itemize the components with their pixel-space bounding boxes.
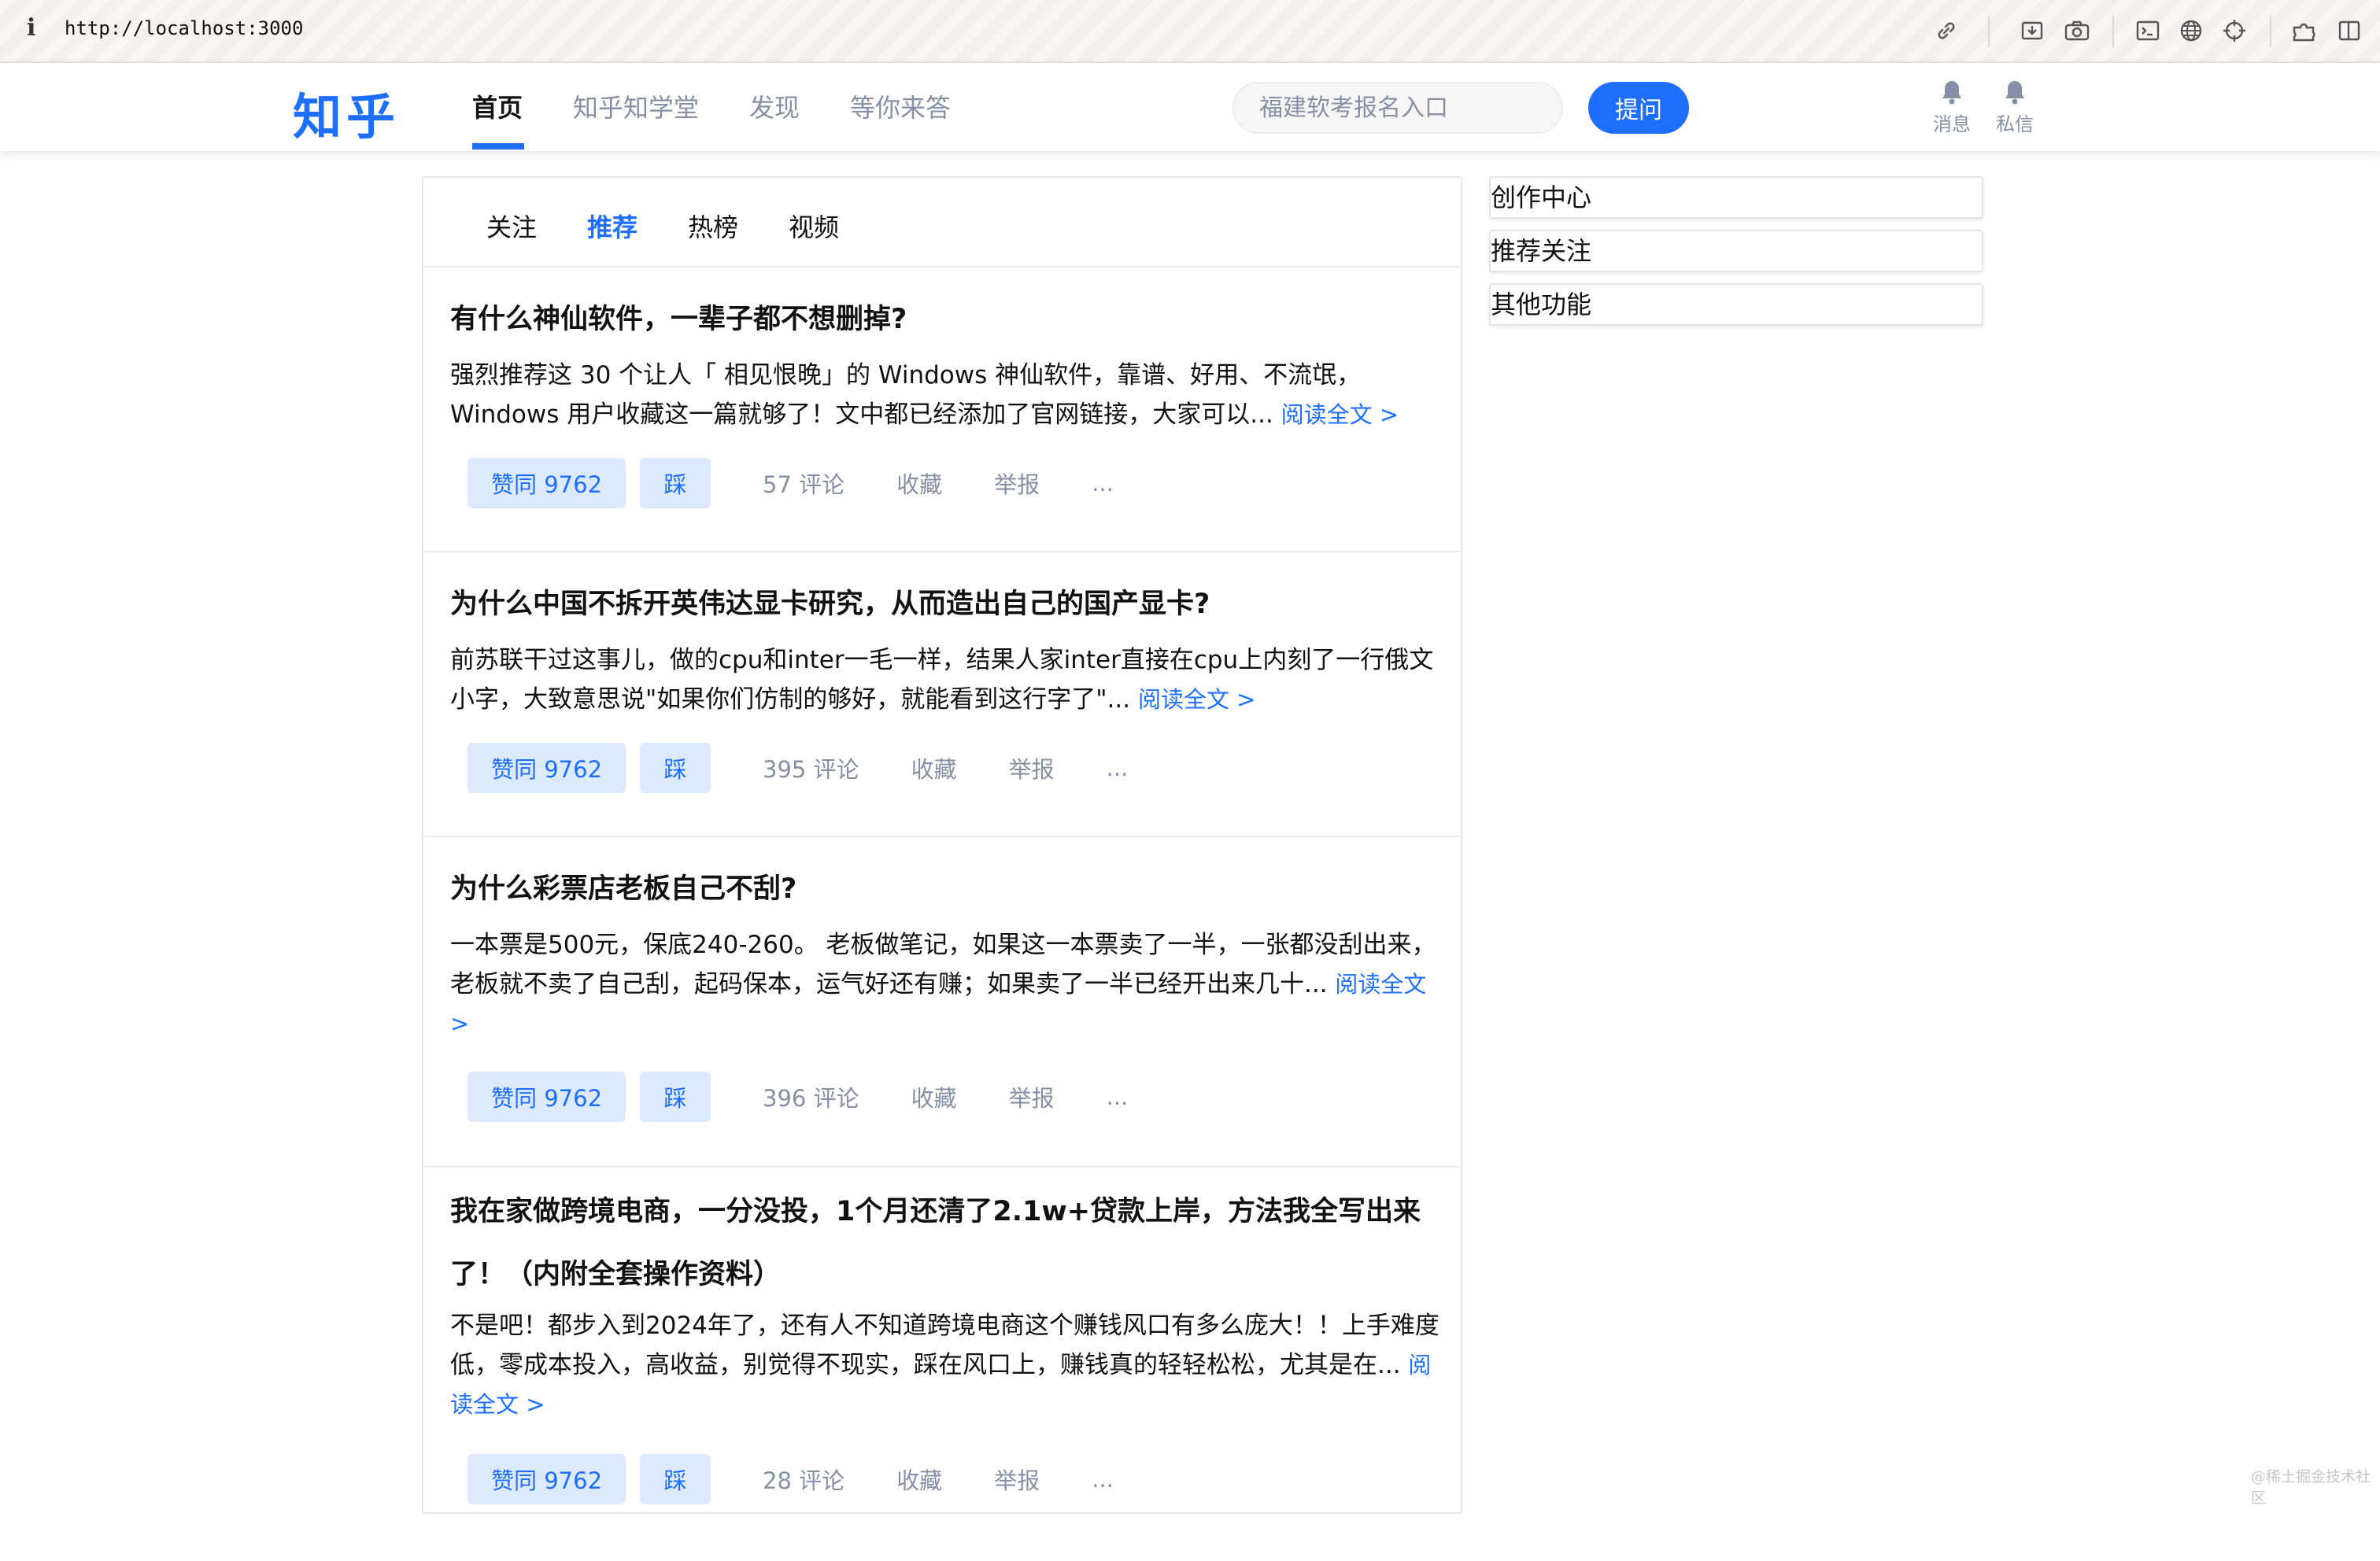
camera-icon[interactable]: [2062, 16, 2092, 46]
report-link[interactable]: 举报: [1009, 1080, 1055, 1113]
upvote-button[interactable]: 赞同 9762: [468, 458, 626, 508]
bell-icon: [2005, 81, 2024, 105]
comments-link[interactable]: 396 评论: [763, 1080, 859, 1113]
collect-link[interactable]: 收藏: [896, 467, 942, 500]
feed-card: 有什么神仙软件，一辈子都不想删掉? 强烈推荐这 30 个让人「 相见恨晚」的 W…: [423, 268, 1461, 552]
comments-link[interactable]: 57 评论: [763, 467, 844, 500]
more-actions-link[interactable]: ...: [1092, 470, 1114, 496]
comments-link[interactable]: 28 评论: [763, 1463, 844, 1496]
nav-zhixuetang[interactable]: 知乎知学堂: [573, 88, 699, 124]
ask-question-button[interactable]: 提问: [1588, 82, 1689, 134]
card-excerpt: 强烈推荐这 30 个让人「 相见恨晚」的 Windows 神仙软件，靠谱、好用、…: [450, 356, 1443, 434]
downvote-button[interactable]: 踩: [640, 1454, 711, 1504]
card-title[interactable]: 为什么中国不拆开英伟达显卡研究，从而造出自己的国产显卡?: [450, 573, 1442, 636]
toolbar-separator: [1988, 16, 1990, 47]
excerpt-text: 一本票是500元，保底240-260。 老板做笔记，如果这一本票卖了一半，一张都…: [450, 931, 1436, 998]
card-title[interactable]: 我在家做跨境电商，一分没投，1个月还清了2.1w+贷款上岸，方法我全写出来了！（…: [450, 1180, 1442, 1306]
collect-link[interactable]: 收藏: [911, 1080, 957, 1113]
toolbar-separator: [2112, 16, 2114, 47]
card-excerpt: 不是吧！都步入到2024年了，还有人不知道跨境电商这个赚钱风口有多么庞大！！上手…: [450, 1306, 1443, 1424]
more-actions-link[interactable]: ...: [1092, 1466, 1114, 1493]
private-messages-button[interactable]: 私信: [1983, 79, 2046, 136]
excerpt-text: 强烈推荐这 30 个让人「 相见恨晚」的 Windows 神仙软件，靠谱、好用、…: [450, 361, 1362, 429]
report-link[interactable]: 举报: [994, 1463, 1040, 1496]
downvote-button[interactable]: 踩: [640, 1072, 711, 1122]
downvote-button[interactable]: 踩: [640, 743, 711, 793]
card-actions: 赞同 9762 踩 57 评论 收藏 举报 ...: [468, 458, 1142, 508]
address-bar-url[interactable]: http://localhost:3000: [65, 17, 303, 39]
report-link[interactable]: 举报: [1009, 751, 1055, 784]
tab-hot[interactable]: 热榜: [688, 208, 738, 244]
downloads-icon[interactable]: [2017, 16, 2047, 46]
collect-link[interactable]: 收藏: [911, 751, 957, 784]
sidebar-other-features[interactable]: 其他功能: [1489, 283, 1983, 326]
tab-follow[interactable]: 关注: [486, 208, 537, 244]
tab-recommend[interactable]: 推荐: [587, 208, 638, 244]
zhihu-logo[interactable]: 知乎: [293, 77, 400, 148]
messages-label: 消息: [1933, 113, 1971, 135]
read-more-link[interactable]: 阅读全文 >: [1138, 686, 1256, 713]
site-info-icon[interactable]: i: [27, 14, 35, 42]
upvote-button[interactable]: 赞同 9762: [468, 743, 626, 793]
comments-link[interactable]: 395 评论: [763, 751, 859, 784]
crosshair-icon[interactable]: [2219, 16, 2249, 46]
more-actions-link[interactable]: ...: [1107, 1083, 1129, 1110]
browser-toolbar: i http://localhost:3000: [0, 0, 2380, 63]
search-input[interactable]: [1232, 82, 1563, 134]
card-excerpt: 前苏联干过这事儿，做的cpu和inter一毛一样，结果人家inter直接在cpu…: [450, 640, 1443, 719]
excerpt-text: 前苏联干过这事儿，做的cpu和inter一毛一样，结果人家inter直接在cpu…: [450, 646, 1434, 714]
downvote-button[interactable]: 踩: [640, 458, 711, 508]
card-title[interactable]: 为什么彩票店老板自己不刮?: [450, 858, 1442, 921]
nav-home[interactable]: 首页: [472, 88, 523, 124]
nav-waiting-answers[interactable]: 等你来答: [850, 88, 951, 124]
tab-video[interactable]: 视频: [789, 208, 839, 244]
feed-panel: 关注 推荐 热榜 视频 有什么神仙软件，一辈子都不想删掉? 强烈推荐这 30 个…: [422, 176, 1462, 1514]
more-actions-link[interactable]: ...: [1107, 755, 1129, 781]
collect-link[interactable]: 收藏: [896, 1463, 942, 1496]
feed-card: 为什么彩票店老板自己不刮? 一本票是500元，保底240-260。 老板做笔记，…: [423, 837, 1461, 1168]
private-messages-label: 私信: [1996, 113, 2034, 135]
nav-active-indicator: [472, 143, 524, 149]
sidebar-creation-center[interactable]: 创作中心: [1489, 176, 1983, 219]
site-header: 知乎 首页 知乎知学堂 发现 等你来答 提问 消息 私信: [0, 63, 2380, 151]
excerpt-text: 不是吧！都步入到2024年了，还有人不知道跨境电商这个赚钱风口有多么庞大！！上手…: [450, 1312, 1439, 1379]
card-title[interactable]: 有什么神仙软件，一辈子都不想删掉?: [450, 288, 1442, 351]
globe-icon[interactable]: [2176, 16, 2206, 46]
read-more-link[interactable]: 阅读全文 >: [1281, 401, 1399, 428]
upvote-button[interactable]: 赞同 9762: [468, 1454, 626, 1504]
upvote-button[interactable]: 赞同 9762: [468, 1072, 626, 1122]
watermark: @稀土掘金技术社区: [2251, 1468, 2371, 1507]
nav-discover[interactable]: 发现: [749, 88, 800, 124]
bell-icon: [1942, 81, 1961, 105]
extensions-icon[interactable]: [2290, 16, 2320, 46]
terminal-icon[interactable]: [2133, 16, 2163, 46]
messages-button[interactable]: 消息: [1920, 79, 1983, 136]
card-actions: 赞同 9762 踩 396 评论 收藏 举报 ...: [468, 1072, 1156, 1122]
feed-card: 我在家做跨境电商，一分没投，1个月还清了2.1w+贷款上岸，方法我全写出来了！（…: [423, 1168, 1461, 1561]
report-link[interactable]: 举报: [994, 467, 1040, 500]
card-actions: 赞同 9762 踩 28 评论 收藏 举报 ...: [468, 1454, 1142, 1504]
feed-card: 为什么中国不拆开英伟达显卡研究，从而造出自己的国产显卡? 前苏联干过这事儿，做的…: [423, 552, 1461, 837]
link-icon[interactable]: [1931, 16, 1961, 46]
card-actions: 赞同 9762 踩 395 评论 收藏 举报 ...: [468, 743, 1156, 793]
card-excerpt: 一本票是500元，保底240-260。 老板做笔记，如果这一本票卖了一半，一张都…: [450, 925, 1443, 1043]
toolbar-separator: [2270, 16, 2271, 47]
sidebar-recommended-follows[interactable]: 推荐关注: [1489, 230, 1983, 272]
sidebar-icon[interactable]: [2334, 16, 2364, 46]
feed-tab-bar: 关注 推荐 热榜 视频: [423, 178, 1461, 268]
